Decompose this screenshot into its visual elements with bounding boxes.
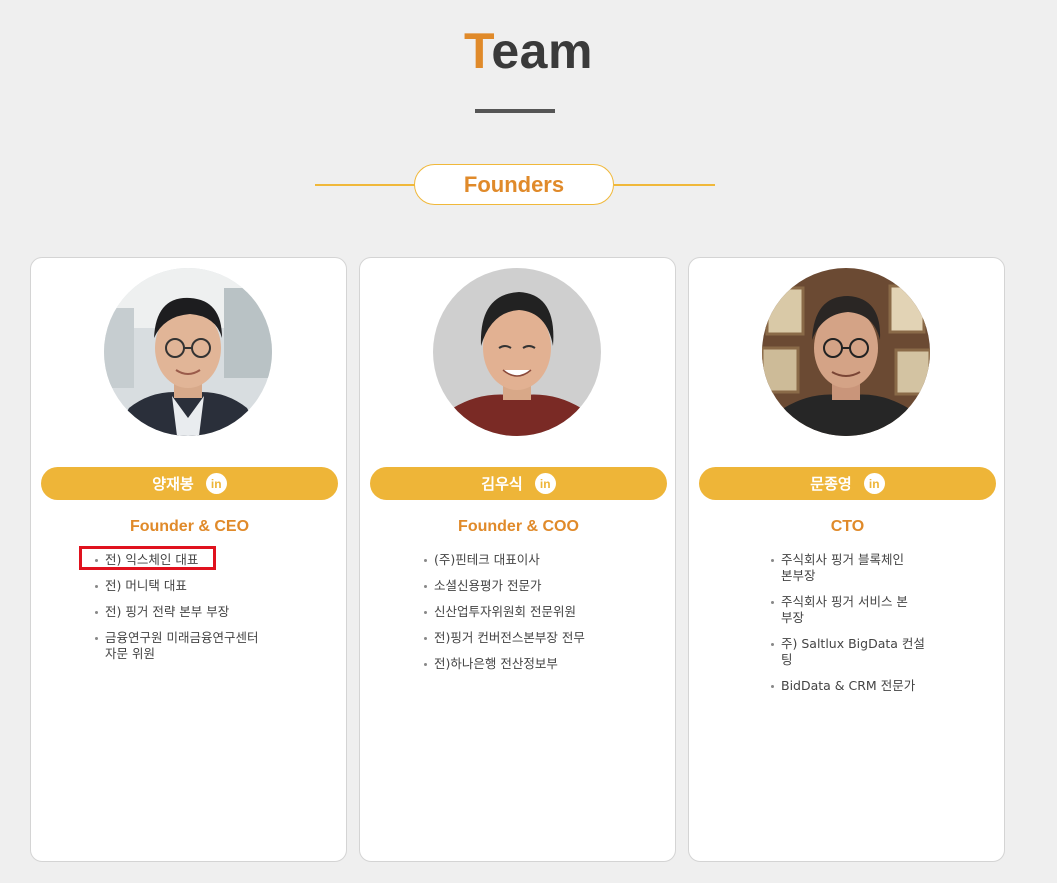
member-role-1: Founder & CEO <box>129 518 250 535</box>
member-photo-2 <box>433 268 601 436</box>
member-photo-1 <box>104 268 272 436</box>
list-item: 신산업투자위원회 전문위원 <box>424 604 585 620</box>
list-item: 금융연구원 미래금융연구센터 자문 위원 <box>95 630 258 662</box>
list-item: 전)하나은행 전산정보부 <box>424 656 585 672</box>
page-title: Team <box>0 22 1057 80</box>
member-name-bar-1: 양재봉 in <box>41 467 338 500</box>
page-title-first-letter: T <box>464 23 492 79</box>
member-role-2: Founder & COO <box>458 518 579 535</box>
section-line-right <box>614 184 715 186</box>
member-bullets-3: 주식회사 핑거 블록체인 본부장 주식회사 핑거 서비스 본 부장 주) Sal… <box>771 552 925 704</box>
member-card-2: 김우식 in Founder & COO (주)핀테크 대표이사 소셜신용평가 … <box>359 257 676 862</box>
title-divider <box>475 109 555 113</box>
list-item: 전) 핑거 전략 본부 부장 <box>95 604 258 620</box>
linkedin-icon[interactable]: in <box>534 473 556 494</box>
member-name-2: 김우식 <box>481 475 523 493</box>
list-item: BidData & CRM 전문가 <box>771 678 925 694</box>
list-item: (주)핀테크 대표이사 <box>424 552 585 568</box>
member-card-3: 문종영 in CTO 주식회사 핑거 블록체인 본부장 주식회사 핑거 서비스 … <box>688 257 1005 862</box>
highlight-box <box>79 546 216 570</box>
list-item: 주식회사 핑거 서비스 본 부장 <box>771 594 925 626</box>
member-bullets-2: (주)핀테크 대표이사 소셜신용평가 전문가 신산업투자위원회 전문위원 전)핑… <box>424 552 585 682</box>
member-photo-3 <box>762 268 930 436</box>
list-item: 주식회사 핑거 블록체인 본부장 <box>771 552 925 584</box>
list-item: 소셜신용평가 전문가 <box>424 578 585 594</box>
list-item: 전)핑거 컨버전스본부장 전무 <box>424 630 585 646</box>
list-item: 전) 머니택 대표 <box>95 578 258 594</box>
section-heading-founders: Founders <box>414 164 614 205</box>
section-line-left <box>315 184 415 186</box>
member-name-1: 양재봉 <box>152 475 194 493</box>
member-role-3: CTO <box>830 518 865 535</box>
page-title-rest: eam <box>491 23 593 79</box>
member-name-bar-3: 문종영 in <box>699 467 996 500</box>
member-name-3: 문종영 <box>810 475 852 493</box>
linkedin-icon[interactable]: in <box>205 473 227 494</box>
linkedin-icon[interactable]: in <box>863 473 885 494</box>
member-name-bar-2: 김우식 in <box>370 467 667 500</box>
member-bullets-1: 전) 익스체인 대표 전) 머니택 대표 전) 핑거 전략 본부 부장 금융연구… <box>95 552 258 672</box>
list-item: 주) Saltlux BigData 컨설 팅 <box>771 636 925 668</box>
